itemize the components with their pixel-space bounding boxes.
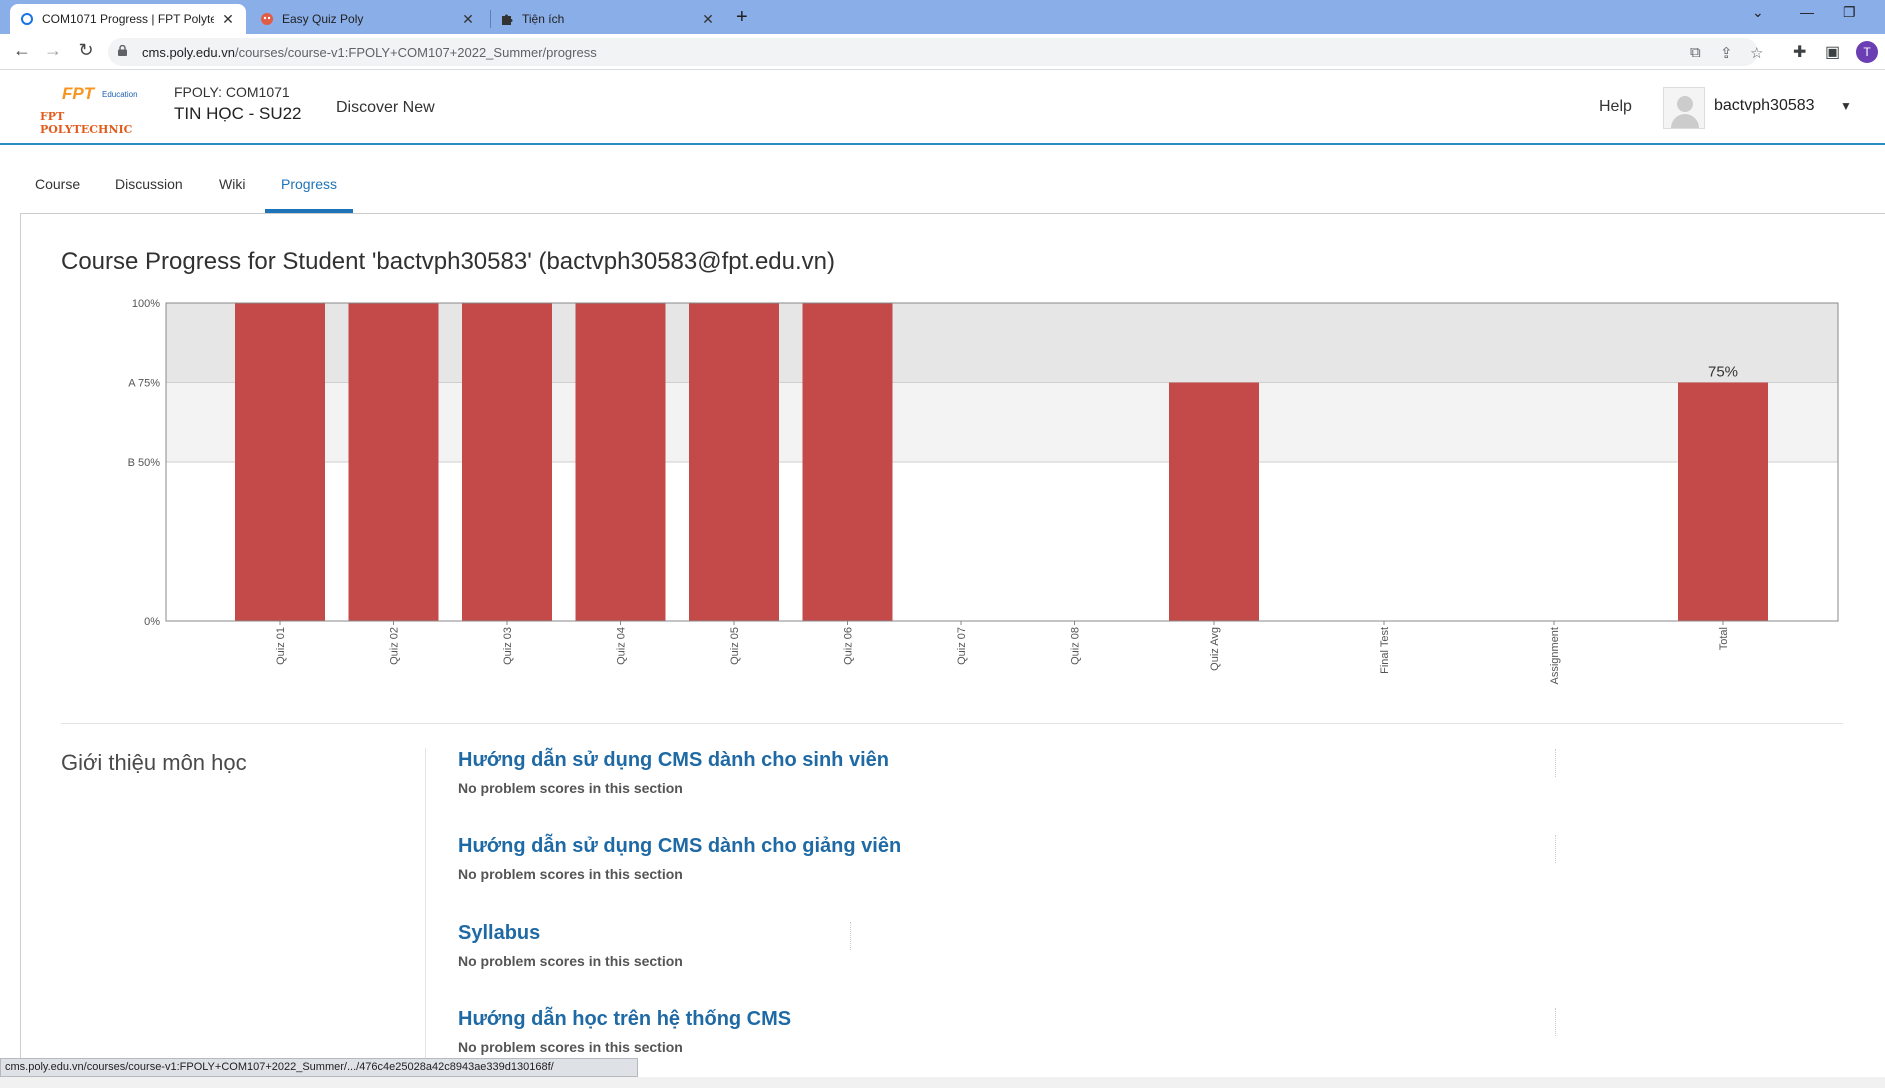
tab-search-icon[interactable]: ⌄ (1752, 4, 1764, 21)
section-dash (850, 922, 851, 950)
forward-icon[interactable]: → (41, 40, 65, 61)
browser-tab-progress[interactable]: COM1071 Progress | FPT Polytechnic ✕ (10, 4, 246, 34)
minimize-icon[interactable]: — (1800, 4, 1814, 20)
page-title: Course Progress for Student 'bactvph3058… (61, 248, 835, 275)
tab-course[interactable]: Course (35, 176, 80, 192)
x-tick-label: Quiz 01 (275, 627, 287, 665)
extensions-icon[interactable]: ✚ (1793, 42, 1806, 62)
x-tick-label: Quiz 06 (843, 627, 855, 665)
section-note: No problem scores in this section (458, 1039, 683, 1055)
bar-quiz-03 (462, 303, 552, 621)
section-item: Syllabus No problem scores in this secti… (458, 922, 683, 969)
tab-discussion[interactable]: Discussion (115, 176, 183, 192)
y-tick-label: B 50% (128, 457, 161, 469)
reload-icon[interactable]: ↻ (74, 40, 98, 61)
loading-icon (21, 13, 33, 25)
section-item: Hướng dẫn sử dụng CMS dành cho sinh viên… (458, 749, 889, 796)
chevron-down-icon[interactable]: ▼ (1840, 99, 1852, 113)
section-title-link[interactable]: Hướng dẫn sử dụng CMS dành cho sinh viên (458, 749, 889, 772)
bar-quiz-05 (689, 303, 779, 621)
section-title-link[interactable]: Hướng dẫn sử dụng CMS dành cho giảng viê… (458, 835, 901, 858)
username[interactable]: bactvph30583 (1714, 97, 1815, 115)
close-icon[interactable]: ✕ (220, 11, 236, 28)
chapter-separator (425, 748, 426, 1088)
fpt-polytechnic-logo[interactable]: FPT Education FPT POLYTECHNIC (40, 84, 160, 136)
tab-title: Easy Quiz Poly (282, 12, 364, 26)
y-tick-label: 100% (132, 298, 160, 310)
data-label: 75% (1708, 364, 1738, 381)
logo-polytechnic: FPT POLYTECHNIC (40, 110, 133, 136)
section-note: No problem scores in this section (458, 780, 683, 796)
restore-icon[interactable]: ❐ (1843, 4, 1856, 21)
y-tick-label: 0% (144, 616, 160, 628)
browser-tab-extensions[interactable]: Tiện ích ✕ (490, 4, 726, 34)
x-tick-label: Quiz 07 (956, 627, 968, 665)
close-icon[interactable]: ✕ (700, 11, 716, 28)
section-dash (1555, 1008, 1556, 1036)
section-dash (1555, 749, 1556, 777)
status-bar-url: cms.poly.edu.vn/courses/course-v1:FPOLY+… (0, 1058, 638, 1077)
horizontal-scrollbar[interactable] (0, 1077, 1885, 1088)
puzzle-icon (502, 14, 513, 25)
x-tick-label: Assignment (1549, 627, 1561, 684)
translate-icon[interactable]: ⧉ (1690, 44, 1701, 61)
course-org: FPOLY: COM1071 (174, 84, 290, 100)
profile-avatar[interactable]: T (1856, 41, 1878, 63)
bar-quiz-06 (802, 303, 893, 621)
share-icon[interactable]: ⇪ (1720, 44, 1733, 62)
section-title-link[interactable]: Hướng dẫn học trên hệ thống CMS (458, 1008, 791, 1031)
section-title-link[interactable]: Syllabus (458, 922, 683, 945)
bookmark-star-icon[interactable]: ☆ (1750, 44, 1763, 62)
tab-title: COM1071 Progress | FPT Polytechnic (42, 12, 214, 26)
x-tick-label: Quiz Avg (1209, 627, 1221, 671)
browser-tab-bar: COM1071 Progress | FPT Polytechnic ✕ Eas… (0, 0, 1885, 34)
chapter-title: Giới thiệu môn học (61, 750, 247, 775)
x-tick-label: Quiz 03 (502, 627, 514, 665)
x-tick-label: Quiz 08 (1070, 627, 1082, 665)
y-tick-label: A 75% (128, 378, 160, 390)
tab-wiki[interactable]: Wiki (219, 176, 245, 192)
side-panel-icon[interactable]: ▣ (1825, 42, 1840, 62)
close-icon[interactable]: ✕ (460, 11, 476, 28)
section-item: Hướng dẫn sử dụng CMS dành cho giảng viê… (458, 835, 901, 882)
bar-quiz-02 (348, 303, 439, 621)
section-dash (1555, 835, 1556, 863)
help-link[interactable]: Help (1599, 98, 1632, 116)
lock-icon (118, 45, 127, 56)
browser-tab-easyquiz[interactable]: Easy Quiz Poly ✕ (250, 4, 486, 34)
logo-education: Education (102, 90, 138, 99)
easyquiz-icon (261, 13, 273, 25)
x-tick-label: Quiz 05 (729, 627, 741, 665)
x-tick-label: Total (1718, 627, 1730, 650)
discover-new-link[interactable]: Discover New (336, 99, 435, 117)
x-tick-label: Quiz 04 (616, 627, 628, 665)
tab-progress[interactable]: Progress (281, 176, 337, 192)
url-host: cms.poly.edu.vn (142, 45, 235, 60)
course-name: TIN HỌC - SU22 (174, 104, 302, 123)
bar-quiz-01 (235, 303, 325, 621)
logo-fpt: FPT (62, 84, 95, 103)
course-nav: Course Discussion Wiki Progress (0, 147, 1885, 213)
avatar[interactable] (1663, 87, 1705, 129)
x-tick-label: Quiz 02 (389, 627, 401, 665)
back-icon[interactable]: ← (10, 40, 34, 61)
section-divider (61, 723, 1843, 724)
url-path: /courses/course-v1:FPOLY+COM107+2022_Sum… (234, 45, 597, 60)
address-bar[interactable]: cms.poly.edu.vn/courses/course-v1:FPOLY+… (108, 38, 1763, 66)
bar-quiz-avg (1169, 382, 1259, 621)
section-note: No problem scores in this section (458, 866, 683, 882)
progress-chart-svg: 100% A 75% B 50% 0% Quiz 01 Quiz 02 Quiz 03 Qui… (128, 298, 1839, 684)
tab-title: Tiện ích (522, 12, 565, 26)
browser-toolbar: ← → ↻ cms.poly.edu.vn/courses/course-v1:… (0, 34, 1885, 70)
site-header: FPT Education FPT POLYTECHNIC FPOLY: COM… (0, 70, 1885, 145)
x-tick-label: Final Test (1379, 627, 1391, 674)
section-item: Hướng dẫn học trên hệ thống CMS No probl… (458, 1008, 791, 1055)
progress-chart: 100% A 75% B 50% 0% Quiz 01 Quiz 02 Quiz 03 Qui… (120, 295, 1870, 705)
bar-quiz-04 (575, 303, 666, 621)
bar-total (1678, 382, 1768, 621)
section-note: No problem scores in this section (458, 953, 683, 969)
url-text[interactable]: cms.poly.edu.vn/courses/course-v1:FPOLY+… (142, 45, 597, 60)
new-tab-icon[interactable]: + (736, 6, 748, 29)
